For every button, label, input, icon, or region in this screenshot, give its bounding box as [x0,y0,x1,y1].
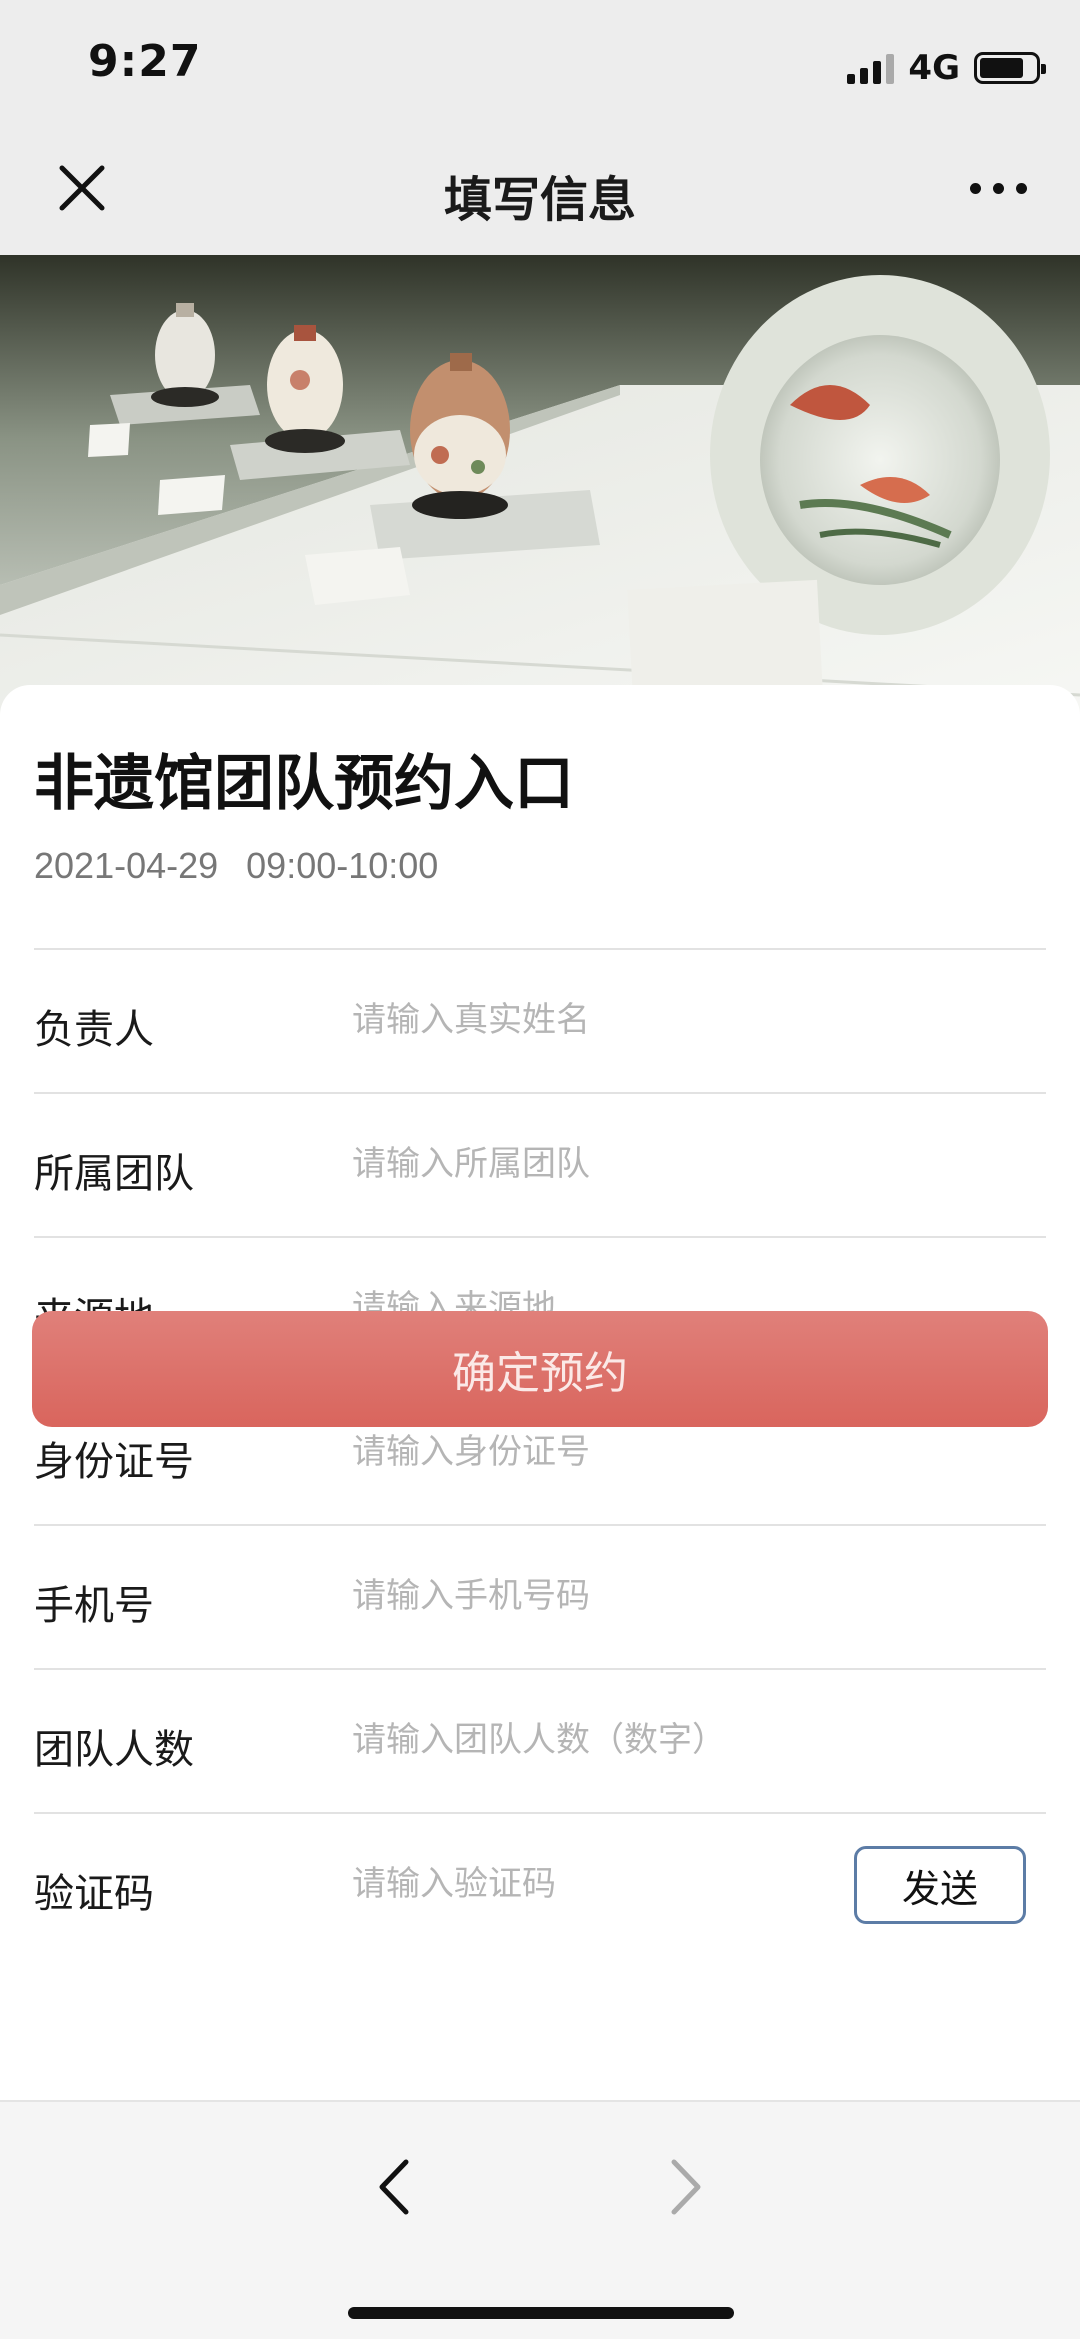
booking-time-slot: 09:00-10:00 [246,845,439,886]
team-size-input[interactable] [352,1712,872,1768]
nav-bar: 填写信息 [0,130,1080,255]
booking-form: 负责人 所属团队 来源地 身份证号 手机号 团队人数 验证码 发送 [34,948,1046,1956]
form-row-leader: 负责人 [34,948,1046,1092]
bottom-toolbar [0,2100,1080,2339]
signal-icon [847,52,895,84]
leader-label: 负责人 [34,1007,154,1053]
team-size-label: 团队人数 [34,1727,194,1773]
page-title: 填写信息 [443,172,636,228]
home-indicator [348,2307,734,2319]
team-input[interactable] [352,1136,872,1192]
booking-date-day: 2021-04-29 [34,845,219,886]
booking-card: 非遗馆团队预约入口 2021-04-29 09:00-10:00 负责人 所属团队… [0,685,1080,2100]
id-number-label: 身份证号 [34,1439,194,1485]
id-number-input[interactable] [352,1424,872,1480]
confirm-booking-button[interactable]: 确定预约 [32,1311,1048,1427]
status-indicators: 4G [847,48,1046,88]
status-time: 9:27 [88,36,202,87]
leader-name-input[interactable] [352,992,872,1048]
banner-image [0,255,1080,715]
battery-icon [974,52,1046,84]
network-type: 4G [908,48,960,88]
phone-input[interactable] [352,1568,872,1624]
team-label: 所属团队 [34,1151,194,1197]
chevron-right-icon[interactable] [660,2154,710,2220]
form-row-code: 验证码 发送 [34,1812,1046,1956]
booking-title: 非遗馆团队预约入口 [34,749,574,819]
send-code-button[interactable]: 发送 [854,1846,1026,1924]
form-row-team: 所属团队 [34,1092,1046,1236]
status-bar: 9:27 4G [0,0,1080,130]
chevron-left-icon[interactable] [370,2154,420,2220]
booking-date: 2021-04-29 09:00-10:00 [34,845,438,887]
verification-code-input[interactable] [352,1856,712,1912]
form-row-size: 团队人数 [34,1668,1046,1812]
more-icon[interactable] [970,174,1030,202]
form-row-phone: 手机号 [34,1524,1046,1668]
phone-label: 手机号 [34,1583,154,1629]
verification-code-label: 验证码 [34,1871,154,1917]
